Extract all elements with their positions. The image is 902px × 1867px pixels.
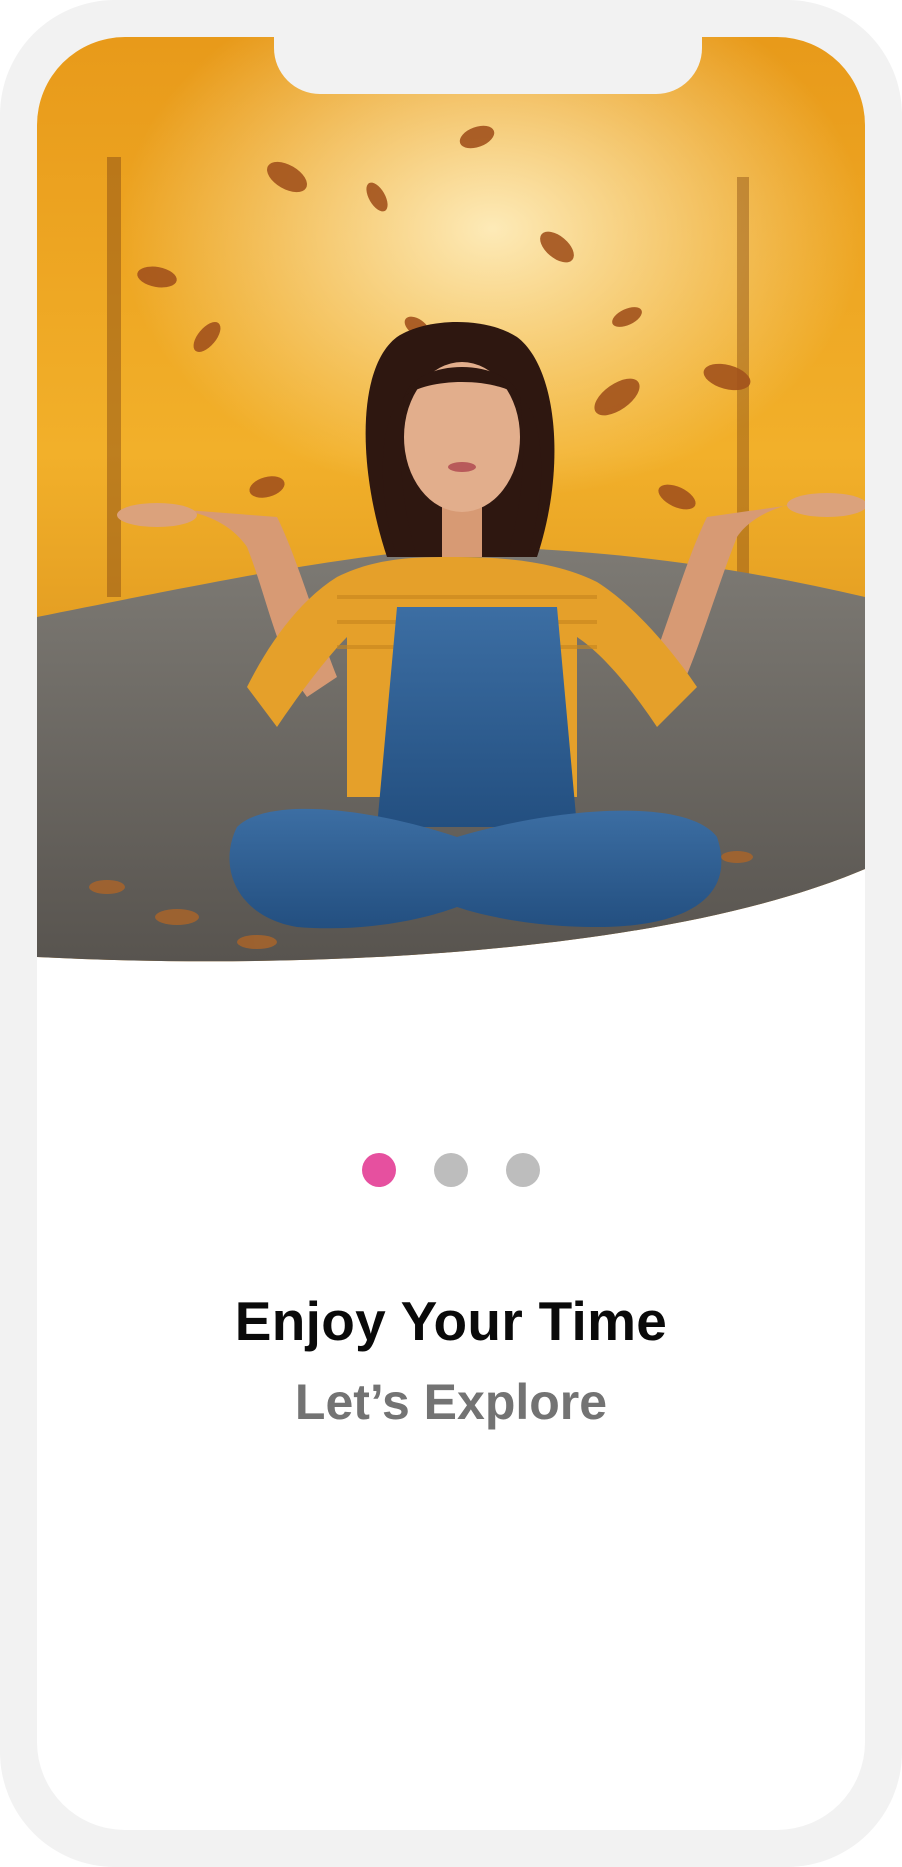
page-dot-1[interactable] <box>362 1153 396 1187</box>
page-dot-2[interactable] <box>434 1153 468 1187</box>
page-dot-3[interactable] <box>506 1153 540 1187</box>
hero-image <box>37 37 865 962</box>
phone-frame: Enjoy Your Time Let’s Explore <box>0 0 902 1867</box>
page-indicator[interactable] <box>37 1153 865 1189</box>
onboarding-screen: Enjoy Your Time Let’s Explore <box>37 37 865 1830</box>
onboarding-subtitle: Let’s Explore <box>294 1374 608 1430</box>
onboarding-title: Enjoy Your Time <box>234 1290 668 1352</box>
device-notch <box>274 37 702 94</box>
